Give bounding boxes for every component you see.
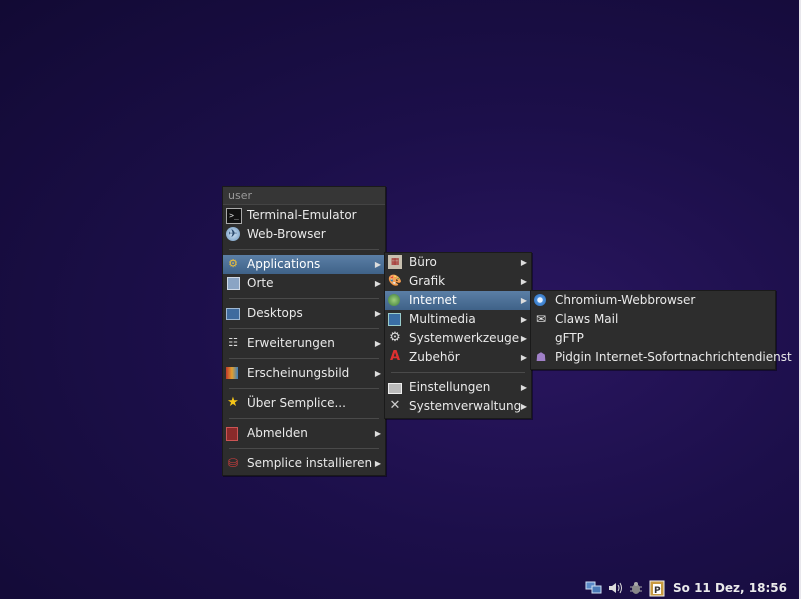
submenu-arrow-icon: ▶ [374, 309, 381, 318]
menu-item-gftp[interactable]: gFTP [531, 329, 775, 348]
submenu-arrow-icon: ▶ [374, 339, 381, 348]
menu-item-terminal[interactable]: >_ Terminal-Emulator [223, 206, 385, 225]
extensions-icon: ☷ [228, 336, 238, 349]
submenu-arrow-icon: ▶ [374, 459, 381, 468]
menu-item-label: Erweiterungen [247, 336, 335, 350]
main-menu: user >_ Terminal-Emulator ✈ Web-Browser … [222, 186, 386, 476]
menu-item-label: Terminal-Emulator [247, 208, 357, 222]
menu-item-desktops[interactable]: Desktops ▶ [223, 304, 385, 323]
terminal-icon: >_ [226, 208, 242, 224]
menu-item-ueber-semplice[interactable]: ★ Über Semplice... [223, 394, 385, 413]
system-tray: P So 11 Dez, 18:56 [583, 577, 801, 599]
internet-submenu: Chromium-Webbrowser ✉ Claws Mail gFTP ☗ … [530, 290, 792, 370]
menu-item-buero[interactable]: ▦ Büro ▶ [385, 253, 531, 272]
internet-icon [388, 294, 400, 306]
menu-item-label: Internet [409, 293, 457, 307]
tray-clock[interactable]: So 11 Dez, 18:56 [673, 581, 787, 595]
menu-item-einstellungen[interactable]: Einstellungen ▶ [385, 378, 531, 397]
menu-item-label: Multimedia [409, 312, 476, 326]
menu-item-label: Chromium-Webbrowser [555, 293, 696, 307]
accessories-icon: A [389, 349, 401, 364]
globe-icon: ✈ [226, 227, 240, 241]
submenu-arrow-icon: ▶ [520, 402, 527, 411]
menu-item-label: Pidgin Internet-Sofortnachrichtendienst [555, 350, 792, 364]
mail-icon: ✉ [535, 312, 547, 326]
menu-item-zubehoer[interactable]: A Zubehör ▶ [385, 348, 531, 367]
install-icon: ⛁ [227, 456, 239, 470]
menu-item-label: Systemwerkzeuge [409, 331, 520, 345]
submenu-arrow-icon: ▶ [374, 369, 381, 378]
menu-item-abmelden[interactable]: Abmelden ▶ [223, 424, 385, 443]
submenu-arrow-icon: ▶ [520, 315, 527, 324]
menu-item-label: Applications [247, 257, 321, 271]
pidgin-icon: ☗ [535, 350, 547, 364]
menu-item-label: Orte [247, 276, 274, 290]
menu-item-grafik[interactable]: 🎨 Grafik ▶ [385, 272, 531, 291]
submenu-arrow-icon: ▶ [520, 296, 527, 305]
menu-item-systemwerkzeuge[interactable]: ⚙ Systemwerkzeuge ▶ [385, 329, 531, 348]
graphics-icon: 🎨 [388, 274, 402, 287]
menu-item-label: Desktops [247, 306, 303, 320]
appearance-icon [226, 367, 238, 379]
volume-icon[interactable] [606, 579, 624, 597]
menu-item-label: Büro [409, 255, 437, 269]
settings-icon [388, 383, 402, 394]
star-icon: ★ [227, 395, 239, 410]
menu-item-systemverwaltung[interactable]: ✕ Systemverwaltung ▶ [385, 397, 531, 416]
menu-item-label: Claws Mail [555, 312, 619, 326]
menu-item-semplice-installieren[interactable]: ⛁ Semplice installieren ▶ [223, 454, 385, 473]
submenu-arrow-icon: ▶ [520, 383, 527, 392]
menu-item-label: Web-Browser [247, 227, 326, 241]
submenu-arrow-icon: ▶ [374, 260, 381, 269]
menu-item-erscheinungsbild[interactable]: Erscheinungsbild ▶ [223, 364, 385, 383]
menu-item-pidgin[interactable]: ☗ Pidgin Internet-Sofortnachrichtendiens… [531, 348, 792, 367]
bug-icon[interactable] [627, 579, 645, 597]
separator [391, 372, 525, 373]
separator [229, 249, 379, 250]
applications-icon: ⚙ [228, 257, 238, 270]
desktops-icon [226, 308, 240, 320]
menu-item-applications[interactable]: ⚙ Applications ▶ [223, 255, 385, 274]
menu-item-label: Erscheinungsbild [247, 366, 350, 380]
tools-icon: ✕ [389, 398, 401, 413]
menu-item-label: Einstellungen [409, 380, 491, 394]
menu-header-user: user [223, 187, 385, 205]
submenu-arrow-icon: ▶ [520, 353, 527, 362]
menu-item-multimedia[interactable]: Multimedia ▶ [385, 310, 531, 329]
menu-item-label: Grafik [409, 274, 446, 288]
applications-submenu: ▦ Büro ▶ 🎨 Grafik ▶ Internet ▶ Multimedi… [384, 252, 532, 419]
logout-icon [226, 427, 238, 441]
menu-item-claws-mail[interactable]: ✉ Claws Mail [531, 310, 775, 329]
submenu-arrow-icon: ▶ [374, 429, 381, 438]
menu-item-orte[interactable]: Orte ▶ [223, 274, 385, 293]
menu-item-label: Über Semplice... [247, 396, 346, 410]
network-icon[interactable] [585, 579, 603, 597]
menu-item-label: gFTP [555, 331, 584, 345]
menu-item-label: Zubehör [409, 350, 460, 364]
separator [229, 418, 379, 419]
menu-item-chromium[interactable]: Chromium-Webbrowser [531, 291, 775, 310]
menu-item-label: Systemverwaltung [409, 399, 522, 413]
places-icon [227, 277, 240, 290]
separator [229, 448, 379, 449]
chromium-icon [534, 294, 546, 306]
multimedia-icon [388, 313, 401, 326]
menu-item-label: Abmelden [247, 426, 308, 440]
menu-item-erweiterungen[interactable]: ☷ Erweiterungen ▶ [223, 334, 385, 353]
office-icon: ▦ [388, 255, 402, 269]
paste-icon[interactable]: P [648, 579, 666, 597]
menu-item-web-browser[interactable]: ✈ Web-Browser [223, 225, 385, 244]
separator [229, 388, 379, 389]
separator [229, 328, 379, 329]
gear-icon: ⚙ [389, 330, 401, 345]
menu-item-internet[interactable]: Internet ▶ [385, 291, 531, 310]
submenu-arrow-icon: ▶ [520, 258, 527, 267]
separator [229, 358, 379, 359]
menu-item-label: Semplice installieren [247, 456, 373, 470]
submenu-arrow-icon: ▶ [520, 334, 527, 343]
submenu-arrow-icon: ▶ [374, 279, 381, 288]
separator [229, 298, 379, 299]
submenu-arrow-icon: ▶ [520, 277, 527, 286]
svg-text:P: P [654, 586, 661, 596]
